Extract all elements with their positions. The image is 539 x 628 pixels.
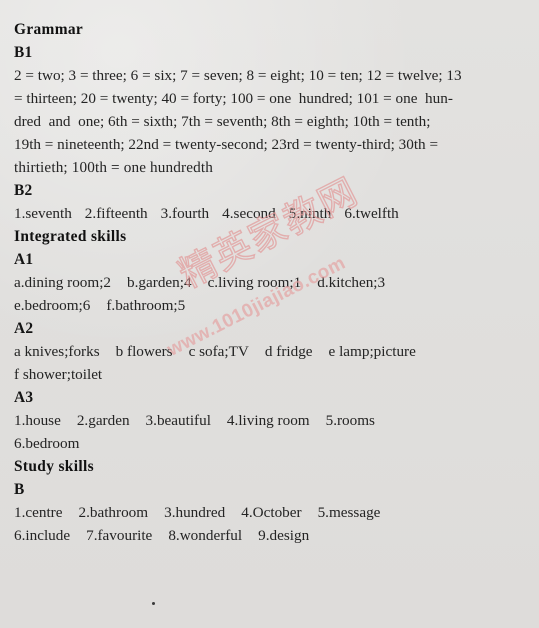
page-artifact-dot — [152, 602, 155, 605]
answer-line: = thirteen; 20 = twenty; 40 = forty; 100… — [14, 87, 503, 110]
answer-line-text: 19th = nineteenth; 22nd = twenty-second;… — [14, 136, 439, 153]
answer-item: 2.bathroom — [78, 504, 149, 521]
exercise-label-b2: B2 — [14, 179, 503, 202]
answer-item: 6.twelfth — [344, 205, 399, 222]
answer-line: dred and one; 6th = sixth; 7th = seventh… — [14, 110, 503, 133]
answer-item: 3.beautiful — [145, 412, 211, 429]
answer-line-text: = thirteen; 20 = twenty; 40 = forty; 100… — [14, 90, 453, 107]
answer-line: 2 = two; 3 = three; 6 = six; 7 = seven; … — [14, 64, 503, 87]
answer-item: 1.seventh — [14, 205, 72, 222]
exercise-label-a1: A1 — [14, 248, 503, 271]
answer-row: f shower;toilet — [14, 363, 503, 386]
answer-row: 1.centre 2.bathroom 3.hundred 4.October 5.me… — [14, 501, 503, 524]
answer-item: 2.garden — [76, 412, 130, 429]
exercise-label-letter: A — [14, 251, 26, 268]
exercise-label-letter: B — [14, 481, 25, 498]
answer-item: 4.living room — [226, 412, 310, 429]
answer-item: c sofa;TV — [188, 343, 249, 360]
answer-item: 8.wonderful — [168, 527, 243, 544]
answer-item: 3.hundred — [164, 504, 226, 521]
answer-item: d fridge — [264, 343, 313, 360]
answer-item: c.living room;1 — [207, 274, 302, 291]
answer-item: 5.ninth — [288, 205, 332, 222]
answer-item: 5.message — [317, 504, 381, 521]
answer-item: 5.rooms — [325, 412, 375, 429]
answer-item: 1.centre — [14, 504, 63, 521]
answer-item: 3.fourth — [160, 205, 210, 222]
exercise-label-letter: A — [14, 320, 26, 337]
answer-item: e lamp;picture — [328, 343, 416, 360]
answer-line-text: dred and one; 6th = sixth; 7th = seventh… — [14, 113, 431, 130]
answer-item: f.bathroom;5 — [106, 297, 186, 314]
exercise-label-letter: A — [14, 389, 26, 406]
answer-item: 6.bedroom — [14, 435, 80, 452]
answer-row: 1.seventh 2.fifteenth 3.fourth 4.second 5.ni… — [14, 202, 503, 225]
exercise-label-a3: A3 — [14, 386, 503, 409]
answer-item: b.garden;4 — [127, 274, 192, 291]
answer-item: 1.house — [14, 412, 61, 429]
answer-item: d.kitchen;3 — [317, 274, 386, 291]
exercise-label-letter: B — [14, 44, 25, 61]
answer-line: 19th = nineteenth; 22nd = twenty-second;… — [14, 133, 503, 156]
exercise-label-number: 2 — [24, 182, 33, 199]
answer-item: 4.second — [222, 205, 276, 222]
answer-item: 6.include — [14, 527, 71, 544]
section-heading-grammar: Grammar — [14, 21, 84, 38]
answer-line: thirtieth; 100th = one hundredth — [14, 159, 213, 176]
answer-item: f shower;toilet — [14, 366, 103, 383]
answer-row: a knives;forks b flowers c sofa;TV d fridge… — [14, 340, 503, 363]
answer-row: 6.include 7.favourite 8.wonderful 9.design — [14, 524, 503, 547]
exercise-label-a2: A2 — [14, 317, 503, 340]
answer-item: e.bedroom;6 — [14, 297, 91, 314]
answer-item: 7.favourite — [86, 527, 153, 544]
exercise-label-number: 1 — [24, 44, 33, 61]
answer-item: 2.fifteenth — [84, 205, 148, 222]
answer-row: 6.bedroom — [14, 432, 503, 455]
section-heading-integrated-skills: Integrated skills — [14, 228, 127, 245]
exercise-label-number: 2 — [25, 320, 34, 337]
answer-item: a knives;forks — [14, 343, 100, 360]
answer-row: a.dining room;2 b.garden;4 c.living room;1… — [14, 271, 503, 294]
answer-key-page: Grammar B1 2 = two; 3 = three; 6 = six; … — [0, 0, 539, 628]
answer-item: 9.design — [258, 527, 310, 544]
exercise-label-b: B — [14, 478, 503, 501]
answer-item: b flowers — [115, 343, 173, 360]
exercise-label-b1: B1 — [14, 41, 503, 64]
answer-item: 4.October — [241, 504, 302, 521]
answer-line-text: 2 = two; 3 = three; 6 = six; 7 = seven; … — [14, 67, 462, 84]
exercise-label-number: 1 — [25, 251, 34, 268]
section-heading-study-skills: Study skills — [14, 458, 94, 475]
answer-item: a.dining room;2 — [14, 274, 112, 291]
exercise-label-number: 3 — [25, 389, 34, 406]
answer-row: e.bedroom;6 f.bathroom;5 — [14, 294, 503, 317]
answer-row: 1.house 2.garden 3.beautiful 4.living room 5… — [14, 409, 503, 432]
exercise-label-letter: B — [14, 182, 25, 199]
